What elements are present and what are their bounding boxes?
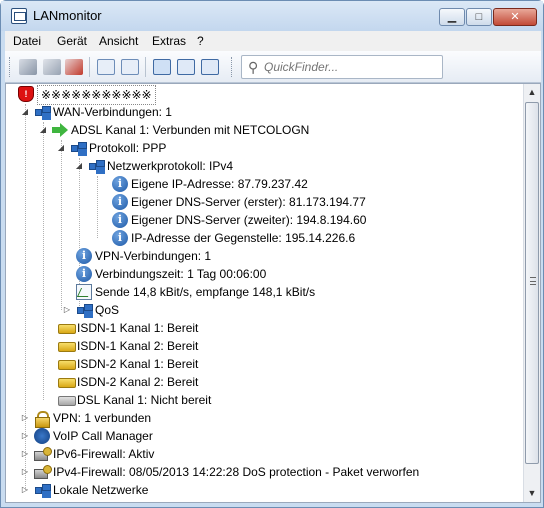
tree-item-label: ISDN-1 Kanal 2: Bereit [77, 339, 199, 353]
toolbar-grip[interactable] [9, 57, 12, 77]
firewall-icon [34, 464, 52, 480]
scroll-up-icon[interactable]: ▲ [524, 84, 540, 101]
scroll-down-icon[interactable]: ▼ [524, 485, 540, 502]
tree-item-label: IPv6-Firewall: Aktiv [53, 447, 155, 461]
tree-item-label: VPN: 1 verbunden [53, 411, 152, 425]
scrollbar-grip-icon [530, 277, 536, 285]
network-icon [88, 158, 105, 174]
expanded-icon[interactable]: ◢ [74, 157, 84, 175]
lanmonitor-window: LANmonitor ▁ □ ✕ Datei Gerät Ansicht Ext… [0, 0, 544, 508]
connected-arrow-icon [52, 122, 68, 138]
collapsed-icon[interactable]: ▷ [20, 463, 30, 481]
info-icon: i [76, 266, 92, 282]
channel-ready-icon [58, 320, 76, 336]
expanded-icon[interactable]: ◢ [20, 103, 30, 121]
lock-toolbar-icon[interactable] [201, 59, 219, 75]
app-icon [11, 8, 27, 24]
scrollbar-thumb[interactable] [525, 102, 539, 464]
tree-item-label: QoS [95, 303, 120, 317]
device-tree-panel: ! ※※※※※※※※※※※ ◢ WAN-Verbindungen: 1 ◢ AD… [5, 83, 541, 503]
expanded-icon[interactable]: ◢ [38, 121, 48, 139]
add-device-icon[interactable] [19, 59, 37, 75]
phone-icon [34, 428, 50, 444]
tree-item-label: IP-Adresse der Gegenstelle: 195.14.226.6 [131, 231, 356, 245]
quickfinder-box[interactable]: ⚲ [241, 55, 443, 79]
window-title: LANmonitor [33, 8, 102, 23]
channel-ready-icon [58, 338, 76, 354]
tree-line [43, 122, 44, 400]
tree-item-label: Eigene IP-Adresse: 87.79.237.42 [131, 177, 308, 191]
toolbar-separator [145, 57, 146, 77]
tree-item-label: VoIP Call Manager [53, 429, 153, 443]
menu-extras[interactable]: Extras [152, 34, 186, 48]
tree-line [61, 140, 62, 310]
tree-item-label: Lokale Netzwerke [53, 483, 149, 497]
tree-item-label: ADSL Kanal 1: Verbunden mit NETCOLOGN [71, 123, 310, 137]
calculator-icon[interactable] [177, 59, 195, 75]
delete-device-icon[interactable] [65, 59, 83, 75]
tree-line [97, 176, 98, 238]
tree-item-label: Sende 14,8 kBit/s, empfange 148,1 kBit/s [95, 285, 316, 299]
channel-ready-icon [58, 374, 76, 390]
tree-item-label: DSL Kanal 1: Nicht bereit [77, 393, 212, 407]
collapsed-icon[interactable]: ▷ [62, 301, 72, 319]
refresh-icon[interactable] [153, 59, 171, 75]
tree-item-label: IPv4-Firewall: 08/05/2013 14:22:28 DoS p… [53, 465, 420, 479]
collapsed-icon[interactable]: ▷ [20, 409, 30, 427]
menu-datei[interactable]: Datei [13, 34, 41, 48]
collapsed-icon[interactable]: ▷ [20, 445, 30, 463]
tree-item-label: Protokoll: PPP [89, 141, 167, 155]
tree-item-label: Eigener DNS-Server (erster): 81.173.194.… [131, 195, 366, 209]
tree-item-label: Eigener DNS-Server (zweiter): 194.8.194.… [131, 213, 367, 227]
menu-help[interactable]: ? [197, 34, 204, 48]
menu-ansicht[interactable]: Ansicht [99, 34, 138, 48]
channel-ready-icon [58, 356, 76, 372]
minimize-button[interactable]: ▁ [439, 8, 465, 26]
tree-item-label: WAN-Verbindungen: 1 [53, 105, 172, 119]
collapsed-icon[interactable]: ▷ [20, 481, 30, 499]
title-bar[interactable]: LANmonitor ▁ □ ✕ [1, 1, 543, 31]
close-button[interactable]: ✕ [493, 8, 537, 26]
info-icon: i [112, 212, 128, 228]
collapse-icon[interactable] [97, 59, 115, 75]
tree-item-label: VPN-Verbindungen: 1 [95, 249, 212, 263]
collapsed-icon[interactable]: ▷ [20, 427, 30, 445]
device-tree: ! ※※※※※※※※※※※ ◢ WAN-Verbindungen: 1 ◢ AD… [6, 84, 524, 502]
tree-item-label: ISDN-1 Kanal 1: Bereit [77, 321, 199, 335]
menu-bar: Datei Gerät Ansicht Extras ? [5, 31, 541, 51]
toolbar-grip[interactable] [231, 57, 234, 77]
menu-geraet[interactable]: Gerät [57, 34, 87, 48]
info-icon: i [76, 248, 92, 264]
info-icon: i [112, 194, 128, 210]
tree-item-label: Netzwerkprotokoll: IPv4 [107, 159, 234, 173]
chart-icon [76, 284, 92, 300]
channel-not-ready-icon [58, 392, 76, 408]
quickfinder-input[interactable] [264, 60, 434, 74]
toolbar-separator [89, 57, 90, 77]
edit-device-icon[interactable] [43, 59, 61, 75]
info-icon: i [112, 230, 128, 246]
vertical-scrollbar[interactable]: ▲ ▼ [523, 84, 540, 502]
firewall-icon [34, 446, 52, 462]
maximize-button[interactable]: □ [466, 8, 492, 26]
tree-item-label: ISDN-2 Kanal 1: Bereit [77, 357, 199, 371]
lock-icon [34, 410, 50, 428]
network-icon [76, 302, 93, 318]
info-icon: i [112, 176, 128, 192]
tree-item-label: Verbindungszeit: 1 Tag 00:06:00 [95, 267, 267, 281]
expand-icon[interactable] [121, 59, 139, 75]
search-icon: ⚲ [248, 59, 259, 75]
toolbar: ⚲ [5, 51, 541, 83]
root-label: ※※※※※※※※※※※ [37, 85, 156, 105]
device-icon: ! [18, 86, 34, 102]
network-icon [70, 140, 87, 156]
network-icon [34, 104, 51, 120]
tree-item-label: ISDN-2 Kanal 2: Bereit [77, 375, 199, 389]
network-icon [34, 482, 51, 498]
expanded-icon[interactable]: ◢ [56, 139, 66, 157]
